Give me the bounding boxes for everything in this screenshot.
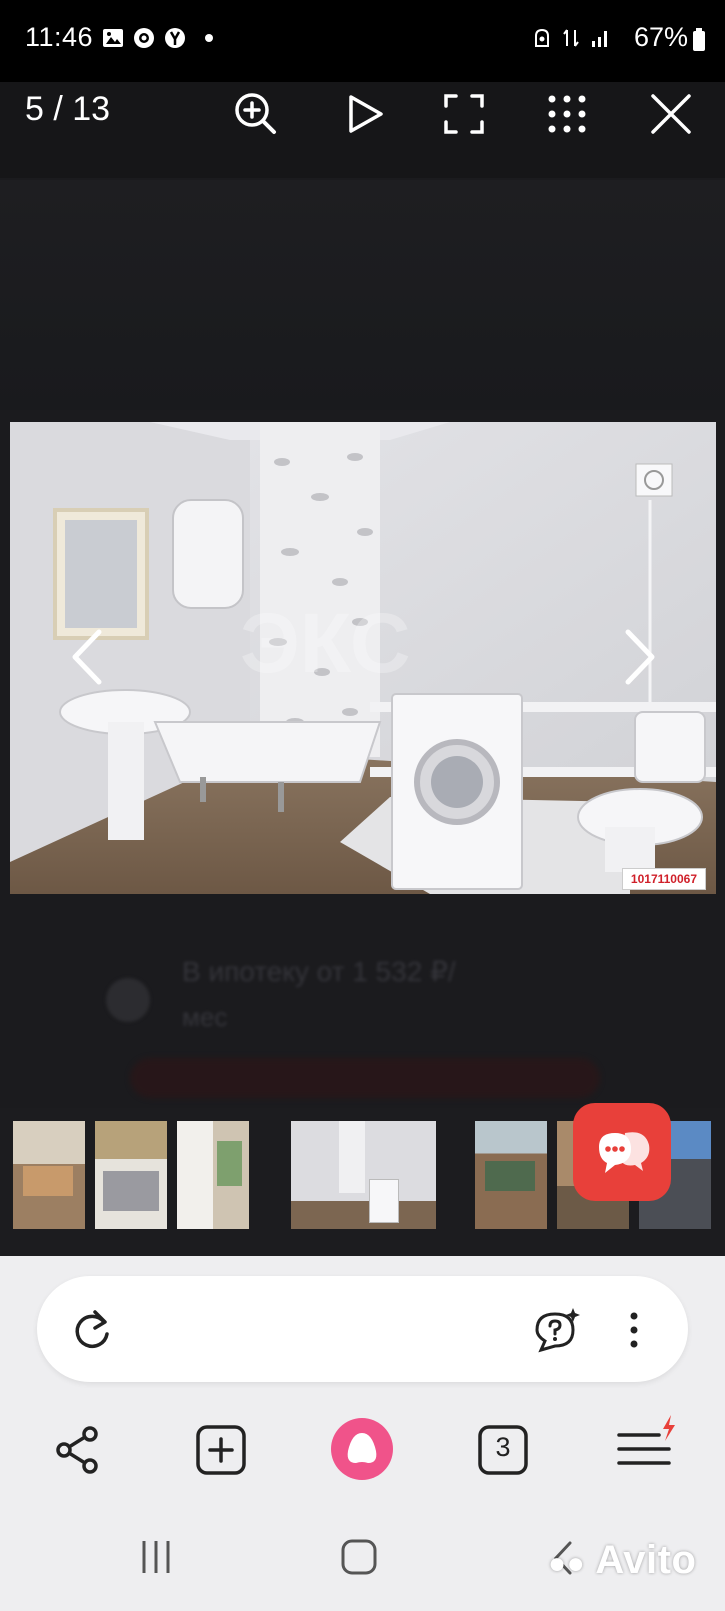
avito-watermark: ●● Avito: [548, 1538, 696, 1583]
main-photo[interactable]: ЭКС 1017110067: [10, 422, 716, 894]
alarm-icon: [535, 28, 549, 47]
dimmed-page-background: [0, 180, 725, 410]
ai-assistant-button[interactable]: [527, 1302, 583, 1358]
photo-counter: 5 / 13: [25, 90, 111, 128]
signal-icon: [592, 31, 607, 47]
alice-assistant-button[interactable]: [330, 1417, 394, 1481]
avito-watermark-text: Avito: [595, 1538, 697, 1582]
ghost-mortgage-subtext: мес: [182, 1002, 228, 1032]
recent-apps-button[interactable]: [136, 1537, 176, 1577]
previous-photo-arrow[interactable]: [63, 622, 113, 692]
menu-with-alert-button[interactable]: [615, 1413, 681, 1479]
ghost-mortgage-icon: [106, 978, 150, 1022]
listing-id-label: 1017110067: [621, 868, 706, 890]
battery-percent: 67%: [634, 22, 689, 52]
thumbnail-1[interactable]: [13, 1121, 85, 1229]
zoom-in-button[interactable]: [226, 84, 286, 144]
data-arrows-icon: [563, 29, 579, 47]
avito-dots-icon: ●●: [548, 1547, 586, 1580]
gallery-notification-icon: [103, 29, 123, 47]
tabs-count: 3: [495, 1432, 511, 1462]
next-photo-arrow[interactable]: [614, 622, 664, 692]
new-tab-button[interactable]: [193, 1422, 249, 1478]
fullscreen-button[interactable]: [434, 84, 494, 144]
chat-support-button[interactable]: [573, 1103, 671, 1201]
ghost-button: [130, 1058, 600, 1098]
close-viewer-button[interactable]: [641, 84, 701, 144]
chat-bubbles-icon: [599, 1132, 650, 1173]
more-notifications-dot-icon: [205, 34, 213, 42]
bathroom-photo: ЭКС: [10, 422, 716, 894]
thumbnail-5[interactable]: [475, 1121, 547, 1229]
thumbnail-2[interactable]: [95, 1121, 167, 1229]
battery-icon: [693, 28, 705, 51]
reload-button[interactable]: [64, 1302, 120, 1358]
more-options-button[interactable]: [622, 1302, 646, 1358]
grid-view-button[interactable]: [537, 84, 597, 144]
status-time: 11:46: [25, 22, 94, 52]
ghost-mortgage-text: В ипотеку от 1 532 ₽/: [182, 956, 456, 987]
yandex-notification-icon: [165, 28, 185, 48]
tabs-counter-button[interactable]: 3: [475, 1422, 531, 1478]
thumbnail-3[interactable]: [177, 1121, 249, 1229]
address-bar[interactable]: [37, 1276, 688, 1382]
share-button[interactable]: [50, 1422, 106, 1478]
slideshow-play-button[interactable]: [334, 84, 394, 144]
svg-text:ЭКС: ЭКС: [240, 596, 411, 690]
thumbnail-4-active[interactable]: [291, 1121, 436, 1229]
home-button[interactable]: [340, 1538, 378, 1576]
chat-notification-icon: [134, 28, 154, 48]
